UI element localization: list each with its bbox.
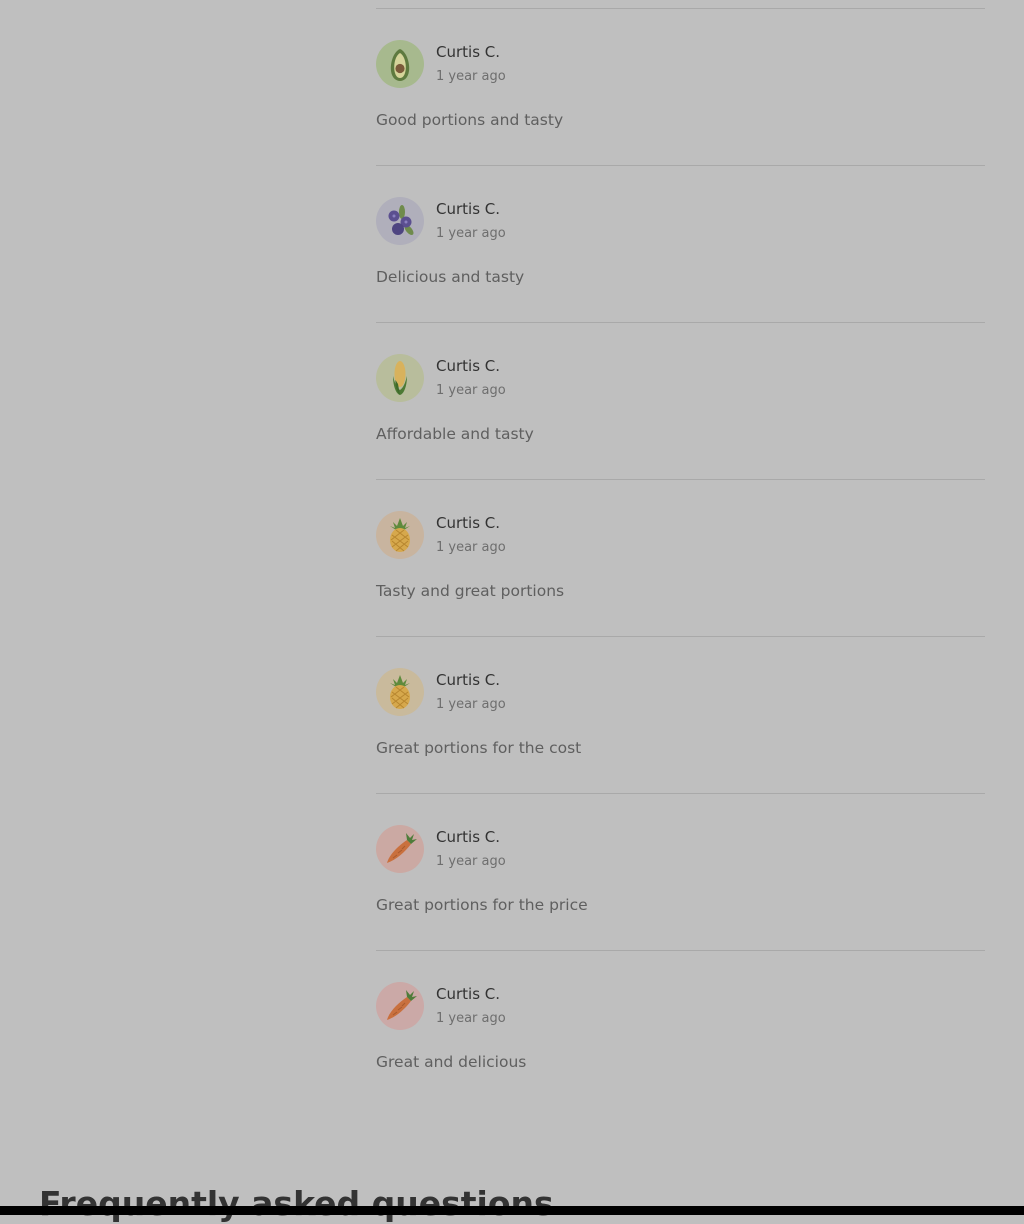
pineapple-icon xyxy=(376,511,424,559)
avatar xyxy=(376,668,424,716)
review-text: Tasty and great portions xyxy=(376,582,565,600)
avatar xyxy=(376,197,424,245)
corn-icon xyxy=(376,354,424,402)
review-time: 1 year ago xyxy=(436,540,506,555)
avatar xyxy=(376,511,424,559)
review-text: Great and delicious xyxy=(376,1053,527,1071)
carrot-icon xyxy=(376,982,424,1030)
avatar xyxy=(376,825,424,873)
bottom-bar xyxy=(0,1206,1024,1215)
review-time: 1 year ago xyxy=(436,226,506,241)
blueberry-icon xyxy=(376,197,424,245)
review-text: Good portions and tasty xyxy=(376,111,564,129)
avatar xyxy=(376,982,424,1030)
review-author[interactable]: Curtis C. xyxy=(436,356,500,376)
review-text: Great portions for the cost xyxy=(376,739,582,757)
review-time: 1 year ago xyxy=(436,854,506,869)
reviews-list: Curtis C. 1 year ago Good portions and t… xyxy=(376,0,985,1107)
review-item: Curtis C. 1 year ago Affordable and tast… xyxy=(376,323,985,479)
avatar xyxy=(376,354,424,402)
review-author[interactable]: Curtis C. xyxy=(436,513,500,533)
review-time: 1 year ago xyxy=(436,697,506,712)
review-author[interactable]: Curtis C. xyxy=(436,42,500,62)
review-item: Curtis C. 1 year ago Great portions for … xyxy=(376,794,985,950)
review-time: 1 year ago xyxy=(436,1011,506,1026)
carrot-icon xyxy=(376,825,424,873)
avatar xyxy=(376,40,424,88)
review-time: 1 year ago xyxy=(436,69,506,84)
review-item: Curtis C. 1 year ago Tasty and great por… xyxy=(376,480,985,636)
review-item: Curtis C. 1 year ago Good portions and t… xyxy=(376,9,985,165)
review-item: Curtis C. 1 year ago Delicious and tasty xyxy=(376,166,985,322)
avocado-icon xyxy=(376,40,424,88)
review-text: Delicious and tasty xyxy=(376,268,525,286)
review-text: Great portions for the price xyxy=(376,896,588,914)
faq-heading: Frequently asked questions xyxy=(39,1184,554,1223)
review-time: 1 year ago xyxy=(436,383,506,398)
review-text: Affordable and tasty xyxy=(376,425,534,443)
review-author[interactable]: Curtis C. xyxy=(436,984,500,1004)
review-item: Curtis C. 1 year ago Great portions for … xyxy=(376,637,985,793)
review-author[interactable]: Curtis C. xyxy=(436,827,500,847)
review-author[interactable]: Curtis C. xyxy=(436,670,500,690)
pineapple-icon xyxy=(376,668,424,716)
review-item: Curtis C. 1 year ago Great and delicious xyxy=(376,951,985,1107)
review-author[interactable]: Curtis C. xyxy=(436,199,500,219)
